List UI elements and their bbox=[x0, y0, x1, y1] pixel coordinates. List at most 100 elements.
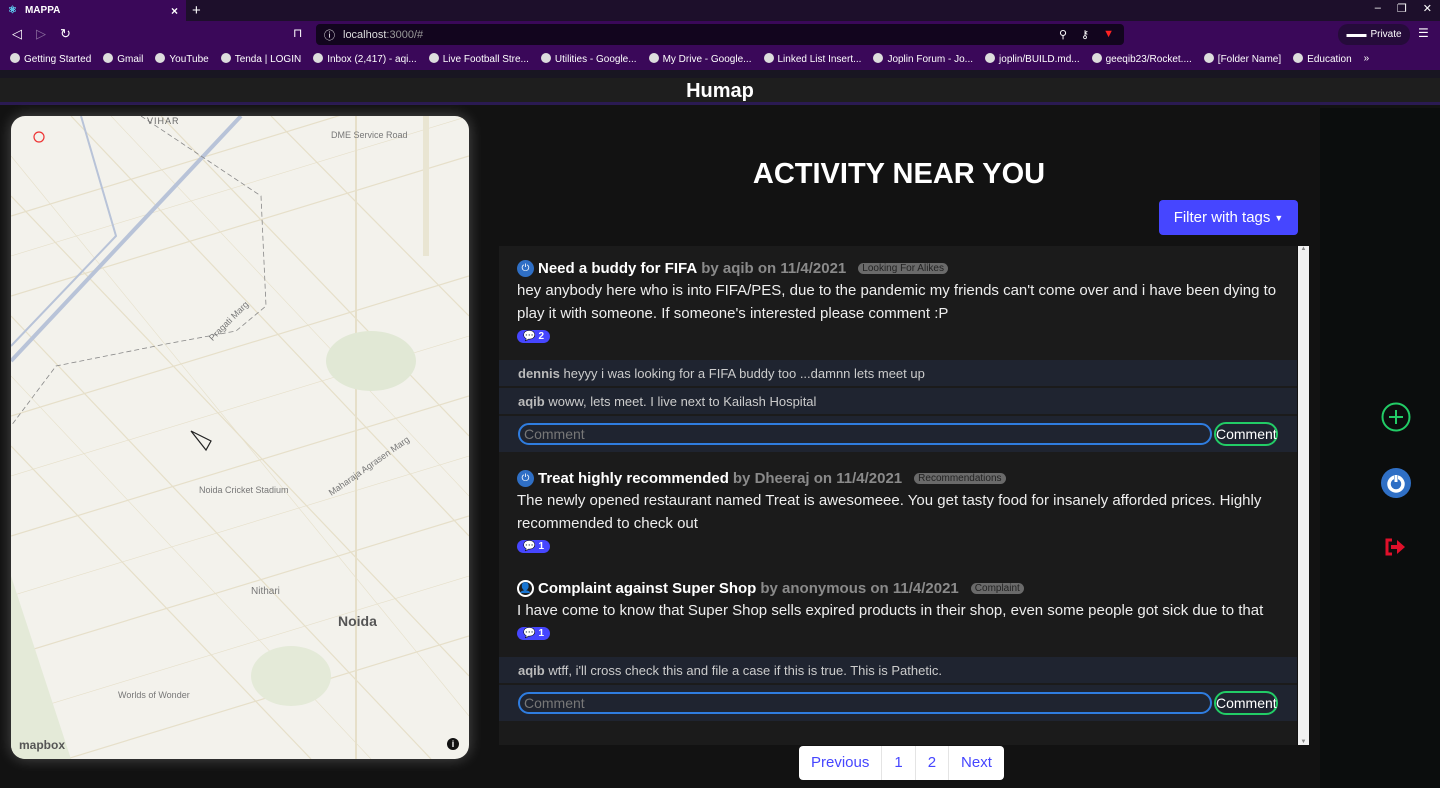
bookmark-item[interactable]: geeqib23/Rocket.... bbox=[1091, 52, 1192, 65]
private-badge[interactable]: ▬▬ Private bbox=[1338, 24, 1410, 45]
favicon-icon bbox=[985, 52, 996, 63]
post-tag[interactable]: Recommendations bbox=[914, 473, 1006, 484]
map-info-icon[interactable]: i bbox=[447, 738, 459, 750]
comment-text: heyyy i was looking for a FIFA buddy too… bbox=[563, 366, 925, 381]
post-body: I have come to know that Super Shop sell… bbox=[517, 602, 1264, 619]
comment-item: dennis heyyy i was looking for a FIFA bu… bbox=[499, 360, 1297, 388]
previous-page-button[interactable]: Previous bbox=[799, 746, 883, 780]
action-sidebar bbox=[1320, 108, 1440, 788]
filter-tags-dropdown[interactable]: Filter with tags ▼ bbox=[1159, 200, 1298, 235]
bookmark-item[interactable]: Live Football Stre... bbox=[428, 52, 529, 65]
minimize-icon[interactable]: – bbox=[1375, 2, 1381, 15]
anonymous-user-icon: 👤 bbox=[517, 580, 534, 597]
bookmark-item[interactable]: My Drive - Google... bbox=[648, 52, 752, 65]
power-avatar-icon bbox=[1381, 468, 1411, 498]
post-tag[interactable]: Looking For Alikes bbox=[858, 263, 948, 274]
close-window-icon[interactable]: ✕ bbox=[1423, 2, 1432, 15]
favicon-icon bbox=[648, 52, 659, 63]
reload-icon[interactable]: ↻ bbox=[60, 26, 71, 42]
sunglasses-icon: ▬▬ bbox=[1346, 29, 1367, 40]
bookmark-item[interactable]: Getting Started bbox=[10, 52, 91, 65]
add-post-button[interactable] bbox=[1381, 402, 1411, 432]
comment-count-button[interactable]: 💬 2 bbox=[517, 330, 551, 343]
navigation-arrow-icon bbox=[190, 430, 212, 452]
comment-text: woww, lets meet. I live next to Kailash … bbox=[548, 394, 817, 409]
menu-icon[interactable]: ☰ bbox=[1418, 26, 1429, 40]
page-1-button[interactable]: 1 bbox=[882, 746, 916, 780]
submit-comment-button[interactable]: Comment bbox=[1214, 422, 1278, 446]
post-tag[interactable]: Complaint bbox=[970, 583, 1024, 594]
post-byline: by anonymous on 11/4/2021 bbox=[760, 580, 959, 597]
bookmark-item[interactable]: Joplin Forum - Jo... bbox=[873, 52, 973, 65]
bookmark-icon[interactable]: ⊓ bbox=[293, 26, 302, 40]
address-bar[interactable]: ⓘ localhost:3000/# ⚲ ⚷ ▼ bbox=[316, 24, 1124, 45]
comment-text: wtff, i'll cross check this and file a c… bbox=[548, 663, 942, 678]
comment-user[interactable]: aqib bbox=[518, 663, 545, 678]
browser-tab[interactable]: ⚛ MAPPA × bbox=[0, 0, 186, 21]
bookmark-item[interactable]: [Folder Name] bbox=[1203, 52, 1281, 65]
map[interactable]: VIHAR DME Service Road Pragati Marg Noid… bbox=[11, 116, 469, 759]
brave-shield-icon[interactable]: ▼ bbox=[1103, 28, 1114, 41]
comment-input[interactable] bbox=[518, 692, 1212, 714]
favicon-icon bbox=[103, 52, 114, 63]
user-avatar-icon: ⏻ bbox=[517, 260, 534, 277]
new-tab-icon[interactable]: + bbox=[192, 2, 201, 19]
bookmark-item[interactable]: Utilities - Google... bbox=[540, 52, 637, 65]
bookmark-item[interactable]: YouTube bbox=[155, 52, 209, 65]
comment-count-button[interactable]: 💬 1 bbox=[517, 540, 551, 553]
feed-scrollbar[interactable]: ▲ ▼ bbox=[1298, 246, 1309, 745]
post-card: ⏻ Need a buddy for FIFA by aqib on 11/4/20… bbox=[499, 246, 1297, 452]
logout-button[interactable] bbox=[1381, 532, 1411, 562]
info-icon: ⓘ bbox=[324, 29, 335, 42]
map-label-vihar: VIHAR bbox=[147, 116, 180, 126]
back-icon[interactable]: ◁ bbox=[12, 26, 22, 42]
pagination: Previous 1 2 Next bbox=[799, 746, 1004, 780]
app-header: Humap bbox=[0, 78, 1440, 105]
post-byline: by Dheeraj on 11/4/2021 bbox=[732, 470, 903, 487]
profile-button[interactable] bbox=[1381, 468, 1411, 498]
bookmark-item[interactable]: Linked List Insert... bbox=[763, 52, 861, 65]
favicon-icon bbox=[313, 52, 324, 63]
logout-icon bbox=[1385, 538, 1405, 556]
key-icon[interactable]: ⚷ bbox=[1081, 28, 1089, 41]
speech-bubble-icon: 💬 bbox=[523, 331, 536, 342]
favicon-icon bbox=[1293, 52, 1304, 63]
page-2-button[interactable]: 2 bbox=[916, 746, 950, 780]
favicon-icon bbox=[428, 52, 439, 63]
react-icon: ⚛ bbox=[8, 5, 17, 16]
location-icon[interactable]: ⚲ bbox=[1059, 28, 1067, 41]
post-title[interactable]: Need a buddy for FIFA bbox=[538, 260, 697, 277]
comment-input[interactable] bbox=[518, 423, 1212, 445]
speech-bubble-icon: 💬 bbox=[523, 628, 536, 639]
mapbox-logo[interactable]: mapbox bbox=[19, 738, 65, 752]
next-page-button[interactable]: Next bbox=[949, 746, 1004, 780]
close-tab-icon[interactable]: × bbox=[171, 4, 178, 18]
bookmark-item[interactable]: Tenda | LOGIN bbox=[220, 52, 301, 65]
comment-user[interactable]: aqib bbox=[518, 394, 545, 409]
bookmark-item[interactable]: Inbox (2,417) - aqi... bbox=[313, 52, 417, 65]
favicon-icon bbox=[155, 52, 166, 63]
bookmarks-bar: Getting Started Gmail YouTube Tenda | LOGIN… bbox=[0, 47, 1440, 70]
app-title: Humap bbox=[686, 80, 754, 102]
post-title[interactable]: Complaint against Super Shop bbox=[538, 580, 756, 597]
forward-icon[interactable]: ▷ bbox=[36, 26, 46, 42]
comments-section: dennis heyyy i was looking for a FIFA bu… bbox=[499, 360, 1297, 452]
submit-comment-button[interactable]: Comment bbox=[1214, 691, 1278, 715]
comment-item: aqib wtff, i'll cross check this and fil… bbox=[499, 657, 1297, 685]
browser-tab-bar: ⚛ MAPPA × + – ❐ ✕ bbox=[0, 0, 1440, 21]
more-bookmarks-icon[interactable]: » bbox=[1364, 53, 1370, 64]
favicon-icon bbox=[1091, 52, 1102, 63]
favicon-icon bbox=[10, 52, 20, 63]
post-title[interactable]: Treat highly recommended bbox=[538, 470, 729, 487]
maximize-icon[interactable]: ❐ bbox=[1397, 2, 1407, 15]
favicon-icon bbox=[763, 52, 774, 63]
plus-circle-icon bbox=[1381, 402, 1411, 432]
post-card: ⏻ Treat highly recommended by Dheeraj on 1… bbox=[499, 452, 1297, 554]
bookmark-item[interactable]: Gmail bbox=[103, 52, 143, 65]
speech-bubble-icon: 💬 bbox=[523, 541, 536, 552]
comment-count-button[interactable]: 💬 1 bbox=[517, 627, 551, 640]
user-avatar-icon: ⏻ bbox=[517, 470, 534, 487]
bookmark-item[interactable]: joplin/BUILD.md... bbox=[985, 52, 1080, 65]
comment-user[interactable]: dennis bbox=[518, 366, 560, 381]
bookmark-item[interactable]: Education bbox=[1293, 52, 1352, 65]
